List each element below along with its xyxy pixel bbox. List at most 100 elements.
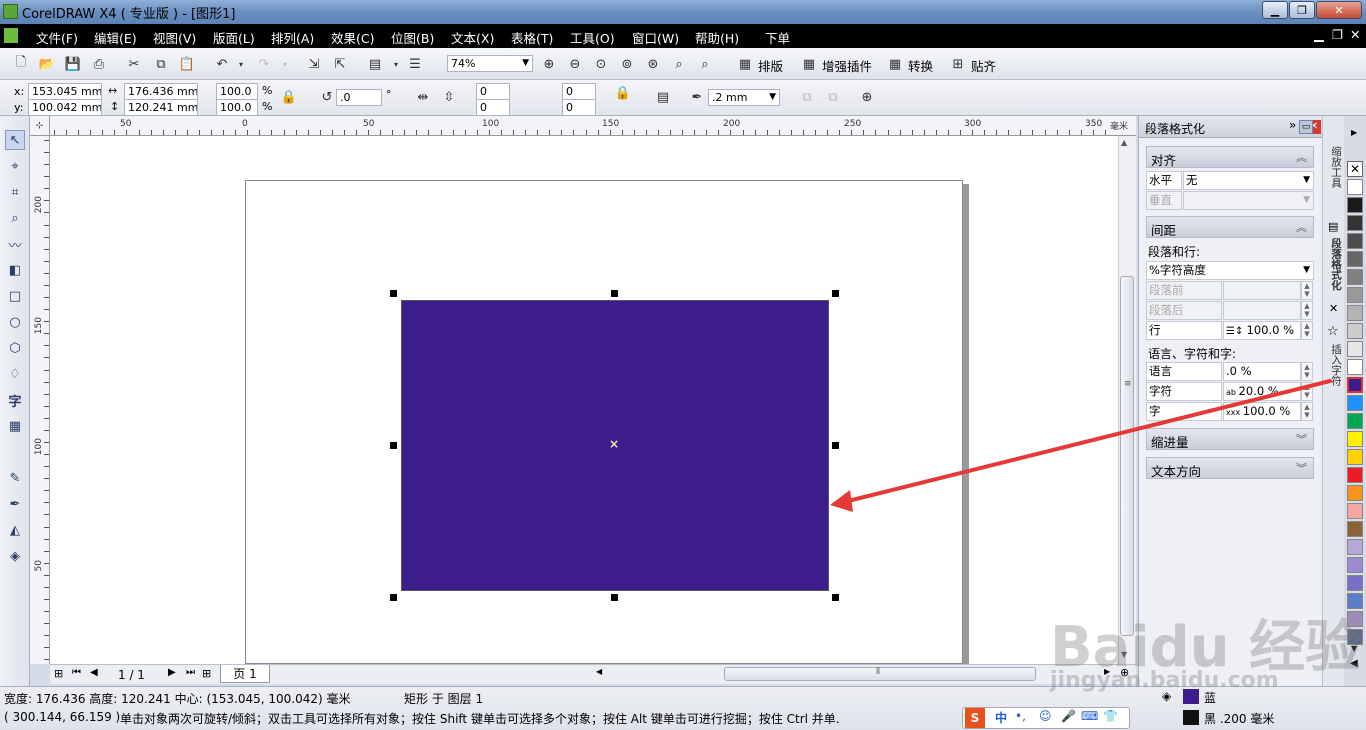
- menu-table[interactable]: 表格(T): [511, 28, 553, 47]
- menu-layout[interactable]: 版面(L): [213, 28, 255, 47]
- convert-button[interactable]: 转换: [908, 56, 933, 75]
- ime-punct-icon[interactable]: •,: [1015, 709, 1026, 723]
- menu-help[interactable]: 帮助(H): [695, 28, 739, 47]
- next-page-icon[interactable]: ▶: [168, 667, 176, 678]
- zoom-page-icon[interactable]: ⊛: [644, 55, 662, 73]
- convert-icon[interactable]: ▦: [886, 55, 904, 73]
- menu-effects[interactable]: 效果(C): [331, 28, 374, 47]
- palette-swatch[interactable]: [1347, 557, 1363, 573]
- new-document-icon[interactable]: 🗋: [12, 55, 30, 73]
- smart-fill-icon[interactable]: ◧: [5, 260, 25, 280]
- palette-swatch[interactable]: [1347, 521, 1363, 537]
- before-para-input[interactable]: [1223, 281, 1301, 300]
- vertical-scrollbar[interactable]: ▲ ≡ ▼: [1118, 136, 1136, 664]
- export-icon[interactable]: ⇱: [331, 55, 349, 73]
- pick-tool-icon[interactable]: ↖: [5, 130, 25, 150]
- crop-tool-icon[interactable]: ⌗: [5, 182, 25, 202]
- palette-swatch[interactable]: [1347, 485, 1363, 501]
- corner-bottom-left-input[interactable]: 0: [476, 99, 510, 116]
- spinner-icon[interactable]: ▲ ▼: [1301, 362, 1313, 381]
- outline-color-swatch[interactable]: [1183, 710, 1199, 725]
- page-tab[interactable]: 页 1: [220, 665, 270, 683]
- palette-swatch[interactable]: [1347, 467, 1363, 483]
- welcome-screen-icon[interactable]: ☰: [406, 55, 424, 73]
- mirror-vertical-icon[interactable]: ⇳: [440, 88, 458, 106]
- menu-arrange[interactable]: 排列(A): [271, 28, 314, 47]
- ellipse-tool-icon[interactable]: ○: [5, 312, 25, 332]
- palette-scroll-up-icon[interactable]: ▶: [1351, 128, 1357, 137]
- height-input[interactable]: 120.241 mm: [124, 99, 198, 116]
- selection-handle[interactable]: [390, 442, 397, 449]
- basic-shapes-icon[interactable]: ♢: [5, 364, 25, 384]
- first-page-icon[interactable]: ⏮: [72, 667, 81, 678]
- save-icon[interactable]: 💾: [64, 55, 82, 73]
- zoom-width-icon[interactable]: ⌕: [670, 55, 688, 73]
- hscroll-left-icon[interactable]: ◀: [596, 667, 602, 676]
- palette-swatch[interactable]: [1347, 503, 1363, 519]
- language-spacing-input[interactable]: .0 %: [1223, 362, 1301, 381]
- palette-swatch[interactable]: [1347, 287, 1363, 303]
- align-section-header[interactable]: 对齐 ︽: [1146, 146, 1314, 168]
- corner-top-left-input[interactable]: 0: [476, 83, 510, 100]
- palette-swatch[interactable]: [1347, 449, 1363, 465]
- palette-swatch[interactable]: [1347, 539, 1363, 555]
- doc-restore-icon[interactable]: ❐: [1332, 27, 1343, 42]
- launcher-dropdown-icon[interactable]: ▾: [387, 55, 405, 73]
- minimize-button[interactable]: ▁: [1262, 1, 1288, 19]
- last-page-icon[interactable]: ⏭: [186, 667, 195, 678]
- indent-section-header[interactable]: 缩进量 ︾: [1146, 428, 1314, 450]
- palette-swatch[interactable]: [1347, 179, 1363, 195]
- scale-y-input[interactable]: 100.0: [216, 99, 258, 116]
- spinner-icon[interactable]: ▲ ▼: [1301, 301, 1313, 320]
- palette-swatch[interactable]: [1347, 197, 1363, 213]
- zoom-tool-icon[interactable]: ⌕: [5, 208, 25, 228]
- palette-swatch[interactable]: [1347, 413, 1363, 429]
- text-direction-section-header[interactable]: 文本方向 ︾: [1146, 457, 1314, 479]
- selection-handle[interactable]: [832, 442, 839, 449]
- lock-ratio-icon[interactable]: 🔒: [280, 88, 298, 106]
- zoom-all-icon[interactable]: ⊚: [618, 55, 636, 73]
- print-icon[interactable]: ⎙: [90, 55, 108, 73]
- paragraph-format-tab[interactable]: 段落格式化: [1326, 238, 1342, 304]
- docker-expand-icon[interactable]: »: [1289, 118, 1296, 132]
- corner-bottom-right-input[interactable]: 0: [562, 99, 596, 116]
- spinner-icon[interactable]: ▲ ▼: [1301, 402, 1313, 421]
- maximize-button[interactable]: ❐: [1289, 1, 1315, 19]
- palette-swatch[interactable]: [1347, 233, 1363, 249]
- fill-tool-icon[interactable]: ◭: [5, 520, 25, 540]
- scale-x-input[interactable]: 100.0: [216, 83, 258, 100]
- text-tool-icon[interactable]: 字: [5, 390, 25, 410]
- selection-handle[interactable]: [390, 290, 397, 297]
- add-page-end-icon[interactable]: ⊞: [202, 667, 211, 680]
- palette-swatch[interactable]: [1347, 377, 1363, 393]
- zoom-selected-icon[interactable]: ⊙: [592, 55, 610, 73]
- interactive-fill-icon[interactable]: ◈: [5, 546, 25, 566]
- mirror-horizontal-icon[interactable]: ⇹: [414, 88, 432, 106]
- outline-tool-icon[interactable]: ✒: [5, 494, 25, 514]
- corner-lock-icon[interactable]: 🔒: [614, 84, 632, 102]
- vertical-align-select[interactable]: ▼: [1183, 191, 1314, 210]
- palette-swatch[interactable]: [1347, 575, 1363, 591]
- ime-emoji-icon[interactable]: ☺: [1039, 709, 1052, 723]
- undo-icon[interactable]: ↶: [213, 55, 231, 73]
- horizontal-align-select[interactable]: 无 ▼: [1183, 171, 1314, 190]
- outline-width-select[interactable]: .2 mm ▼: [708, 89, 780, 106]
- doc-minimize-icon[interactable]: ▁: [1314, 27, 1324, 42]
- polygon-tool-icon[interactable]: ⬡: [5, 338, 25, 358]
- menu-edit[interactable]: 编辑(E): [94, 28, 137, 47]
- convert-to-curves-icon[interactable]: ⊕: [858, 88, 876, 106]
- spinner-icon[interactable]: ▲ ▼: [1301, 281, 1313, 300]
- no-color-swatch[interactable]: ✕: [1347, 161, 1363, 177]
- selection-handle[interactable]: [611, 594, 618, 601]
- insert-character-tab[interactable]: 插入字符: [1326, 344, 1342, 394]
- table-tool-icon[interactable]: ▦: [5, 416, 25, 436]
- palette-swatch[interactable]: [1347, 395, 1363, 411]
- char-spacing-input[interactable]: ab 20.0 %: [1223, 382, 1301, 401]
- x-position-input[interactable]: 153.045 mm: [28, 83, 102, 100]
- ime-language[interactable]: 中: [995, 709, 1007, 726]
- rectangle-tool-icon[interactable]: □: [5, 286, 25, 306]
- horizontal-scroll-thumb[interactable]: [724, 667, 1036, 681]
- selection-handle[interactable]: [611, 290, 618, 297]
- ruler-origin[interactable]: ⊹: [30, 116, 50, 136]
- menu-text[interactable]: 文本(X): [451, 28, 494, 47]
